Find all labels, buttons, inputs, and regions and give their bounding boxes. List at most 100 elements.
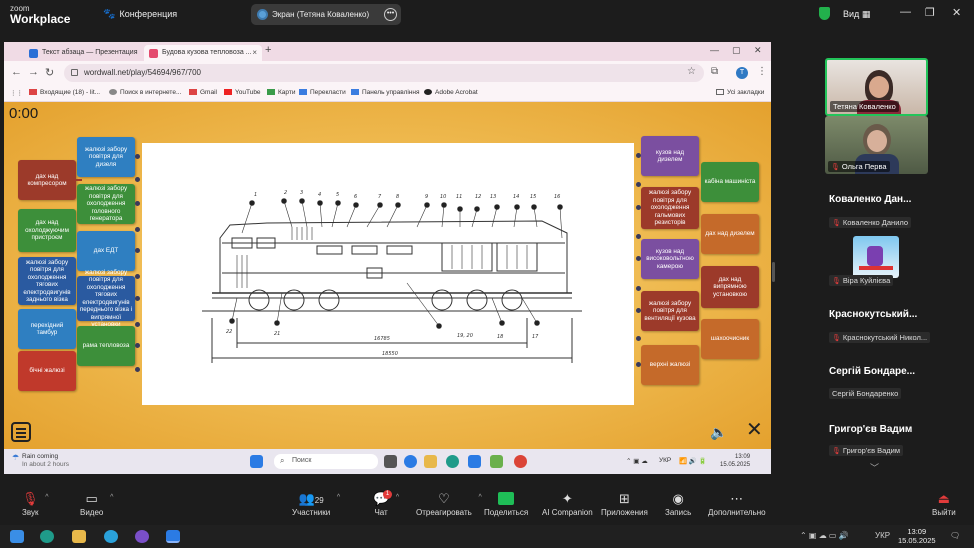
- screen-share-indicator[interactable]: Экран (Тетяна Коваленко) •••: [251, 4, 401, 25]
- label-card[interactable]: дах над компресором: [18, 160, 76, 200]
- store-icon[interactable]: [468, 455, 481, 468]
- label-card[interactable]: кабіна машиніста: [701, 162, 759, 202]
- back-icon[interactable]: ←: [11, 66, 22, 78]
- extensions-icon[interactable]: ⧉: [711, 66, 718, 77]
- browser-close-icon[interactable]: ✕: [754, 45, 762, 56]
- participant-label[interactable]: 🎙 Віра Куйлієва: [829, 275, 894, 286]
- taskbar-clock[interactable]: 13:09 15.05.2025: [720, 453, 750, 469]
- notifications-icon[interactable]: 🗨: [950, 531, 960, 540]
- ai-companion-button[interactable]: ✦ AI Companion: [542, 490, 593, 517]
- browser-menu-icon[interactable]: ⋮: [757, 66, 767, 77]
- chrome-icon[interactable]: [514, 455, 527, 468]
- close-icon[interactable]: ✕: [952, 6, 961, 19]
- windows-start-icon[interactable]: [250, 455, 263, 468]
- label-card[interactable]: дах ЕДТ: [77, 231, 135, 271]
- bookmark-gmail[interactable]: Gmail: [189, 89, 217, 96]
- input-language[interactable]: УКР: [875, 531, 890, 540]
- bookmark-maps[interactable]: Карти: [267, 89, 295, 96]
- host-clock[interactable]: 13:09 15.05.2025: [898, 527, 936, 545]
- participant-label[interactable]: 🎙 Краснокутський Никол...: [829, 332, 931, 343]
- label-card[interactable]: кузов над дизелем: [641, 136, 699, 176]
- tab-close-icon[interactable]: ×: [252, 48, 257, 57]
- telegram-icon[interactable]: [104, 530, 118, 543]
- bookmark-star-icon[interactable]: ☆: [687, 66, 696, 77]
- bookmark-search[interactable]: Поиск в интернете...: [109, 89, 181, 96]
- label-card[interactable]: бічні жалюзі: [18, 351, 76, 391]
- taskbar-search[interactable]: ⌕ Поиск: [274, 454, 378, 469]
- profile-avatar[interactable]: T: [736, 67, 748, 79]
- edge-icon[interactable]: [40, 530, 54, 543]
- zoom-app-icon[interactable]: [404, 455, 417, 468]
- all-bookmarks[interactable]: Усі закладки: [716, 89, 764, 96]
- restore-icon[interactable]: ❐: [925, 6, 935, 19]
- label-card[interactable]: кузов над високовольтною камерою: [641, 239, 699, 279]
- participant-avatar-image[interactable]: [853, 236, 899, 278]
- apps-grid-icon[interactable]: ⋮⋮: [10, 89, 23, 97]
- label-card[interactable]: жалюзі забору повітря для охолодження тя…: [77, 269, 135, 328]
- view-button[interactable]: Вид ▦: [843, 9, 870, 20]
- label-card[interactable]: дах над дизелем: [701, 214, 759, 254]
- windows-start-icon[interactable]: [10, 530, 24, 543]
- share-screen-button[interactable]: Поделиться: [484, 490, 528, 517]
- video-tile-participant[interactable]: 🎙 Ольга Перва: [825, 116, 928, 174]
- record-button[interactable]: ◉ Запись: [665, 490, 691, 517]
- weather-widget[interactable]: ☂ Rain coming In about 2 hours: [12, 453, 69, 469]
- forward-icon[interactable]: →: [28, 66, 39, 78]
- label-card[interactable]: дах над охолоджуючим пристроєм: [18, 209, 76, 252]
- more-button[interactable]: ⋯ Дополнительно: [708, 490, 766, 517]
- browser-minimize-icon[interactable]: —: [710, 45, 719, 55]
- browser-maximize-icon[interactable]: ▢: [732, 45, 741, 56]
- video-tile-speaker[interactable]: Тетяна Коваленко: [825, 58, 928, 116]
- viber-icon[interactable]: [135, 530, 149, 543]
- video-button[interactable]: ▭ Видео ^: [80, 490, 113, 517]
- game-menu-button[interactable]: [11, 422, 31, 442]
- chevron-up-icon[interactable]: ^: [479, 494, 482, 501]
- edge-icon[interactable]: [446, 455, 459, 468]
- file-explorer-icon[interactable]: [72, 530, 86, 543]
- label-card[interactable]: жалюзі забору повітря для вентиляції куз…: [641, 291, 699, 331]
- address-bar[interactable]: wordwall.net/play/54694/967/700 ☆: [64, 64, 704, 82]
- new-tab-button[interactable]: +: [265, 44, 271, 56]
- participant-label[interactable]: Сергій Бондаренко: [829, 388, 902, 399]
- conference-info-button[interactable]: 🐾 Конференция: [103, 9, 177, 20]
- chevron-up-icon[interactable]: ^: [45, 494, 48, 501]
- file-explorer-icon[interactable]: [424, 455, 437, 468]
- speaker-icon[interactable]: 🔈: [710, 424, 727, 441]
- bookmark-youtube[interactable]: YouTube: [224, 89, 261, 96]
- participant-label[interactable]: 🎙 Коваленко Данило: [829, 217, 912, 228]
- label-card[interactable]: шахоочисник: [701, 319, 759, 359]
- panel-resize-handle[interactable]: [772, 262, 775, 282]
- more-icon[interactable]: •••: [384, 8, 397, 21]
- site-info-icon[interactable]: [71, 69, 78, 76]
- label-card[interactable]: перехідний тамбур: [18, 309, 76, 349]
- game-close-icon[interactable]: ✕: [746, 420, 763, 440]
- tab-presentation[interactable]: Текст абзаца — Презентация: [24, 45, 142, 61]
- bookmark-acrobat[interactable]: Adobe Acrobat: [424, 89, 478, 96]
- reload-icon[interactable]: ↻: [45, 66, 54, 79]
- chevron-up-icon[interactable]: ^: [396, 494, 399, 501]
- label-card[interactable]: жалюзі забору повітря для охолодження га…: [641, 187, 699, 229]
- leave-button[interactable]: ⏏ Выйти: [932, 490, 956, 517]
- label-card[interactable]: рама тепловоза: [77, 326, 135, 366]
- label-card[interactable]: жалюзі забору повітря для охолодження тя…: [18, 257, 76, 305]
- tab-wordwall[interactable]: Будова кузова тепловоза ... ×: [144, 45, 262, 61]
- tray-icons[interactable]: ⌃ ▣ ☁ ▭ 🔊: [800, 531, 849, 540]
- chevron-up-icon[interactable]: ^: [337, 494, 340, 501]
- chat-button[interactable]: 💬 1 Чат ^: [373, 490, 399, 517]
- security-shield-icon[interactable]: [819, 7, 830, 20]
- chevron-down-icon[interactable]: ﹀: [870, 461, 879, 474]
- participants-button[interactable]: 👥29 Участники ^: [292, 490, 340, 517]
- mute-button[interactable]: 🎙 Звук ^: [22, 490, 49, 517]
- react-button[interactable]: ♡ Отреагировать ^: [416, 490, 482, 517]
- bookmark-control-panel[interactable]: Панель управління: [351, 89, 420, 96]
- network-sound-icons[interactable]: 📶 🔊 🔋: [679, 457, 707, 465]
- label-card[interactable]: жалюзі забору повітря для охолодження го…: [77, 184, 135, 224]
- task-view-icon[interactable]: [384, 455, 397, 468]
- chevron-up-icon[interactable]: ^: [110, 494, 113, 501]
- participant-label[interactable]: 🎙 Григор'єв Вадим: [829, 445, 904, 456]
- bookmark-translate[interactable]: Перекласти: [299, 89, 346, 96]
- app-icon[interactable]: [490, 455, 503, 468]
- apps-button[interactable]: ⊞ Приложения: [601, 490, 648, 517]
- label-card[interactable]: жалюзі забору повітря для дизеля: [77, 137, 135, 177]
- label-card[interactable]: дах над випрямною установкою: [701, 266, 759, 308]
